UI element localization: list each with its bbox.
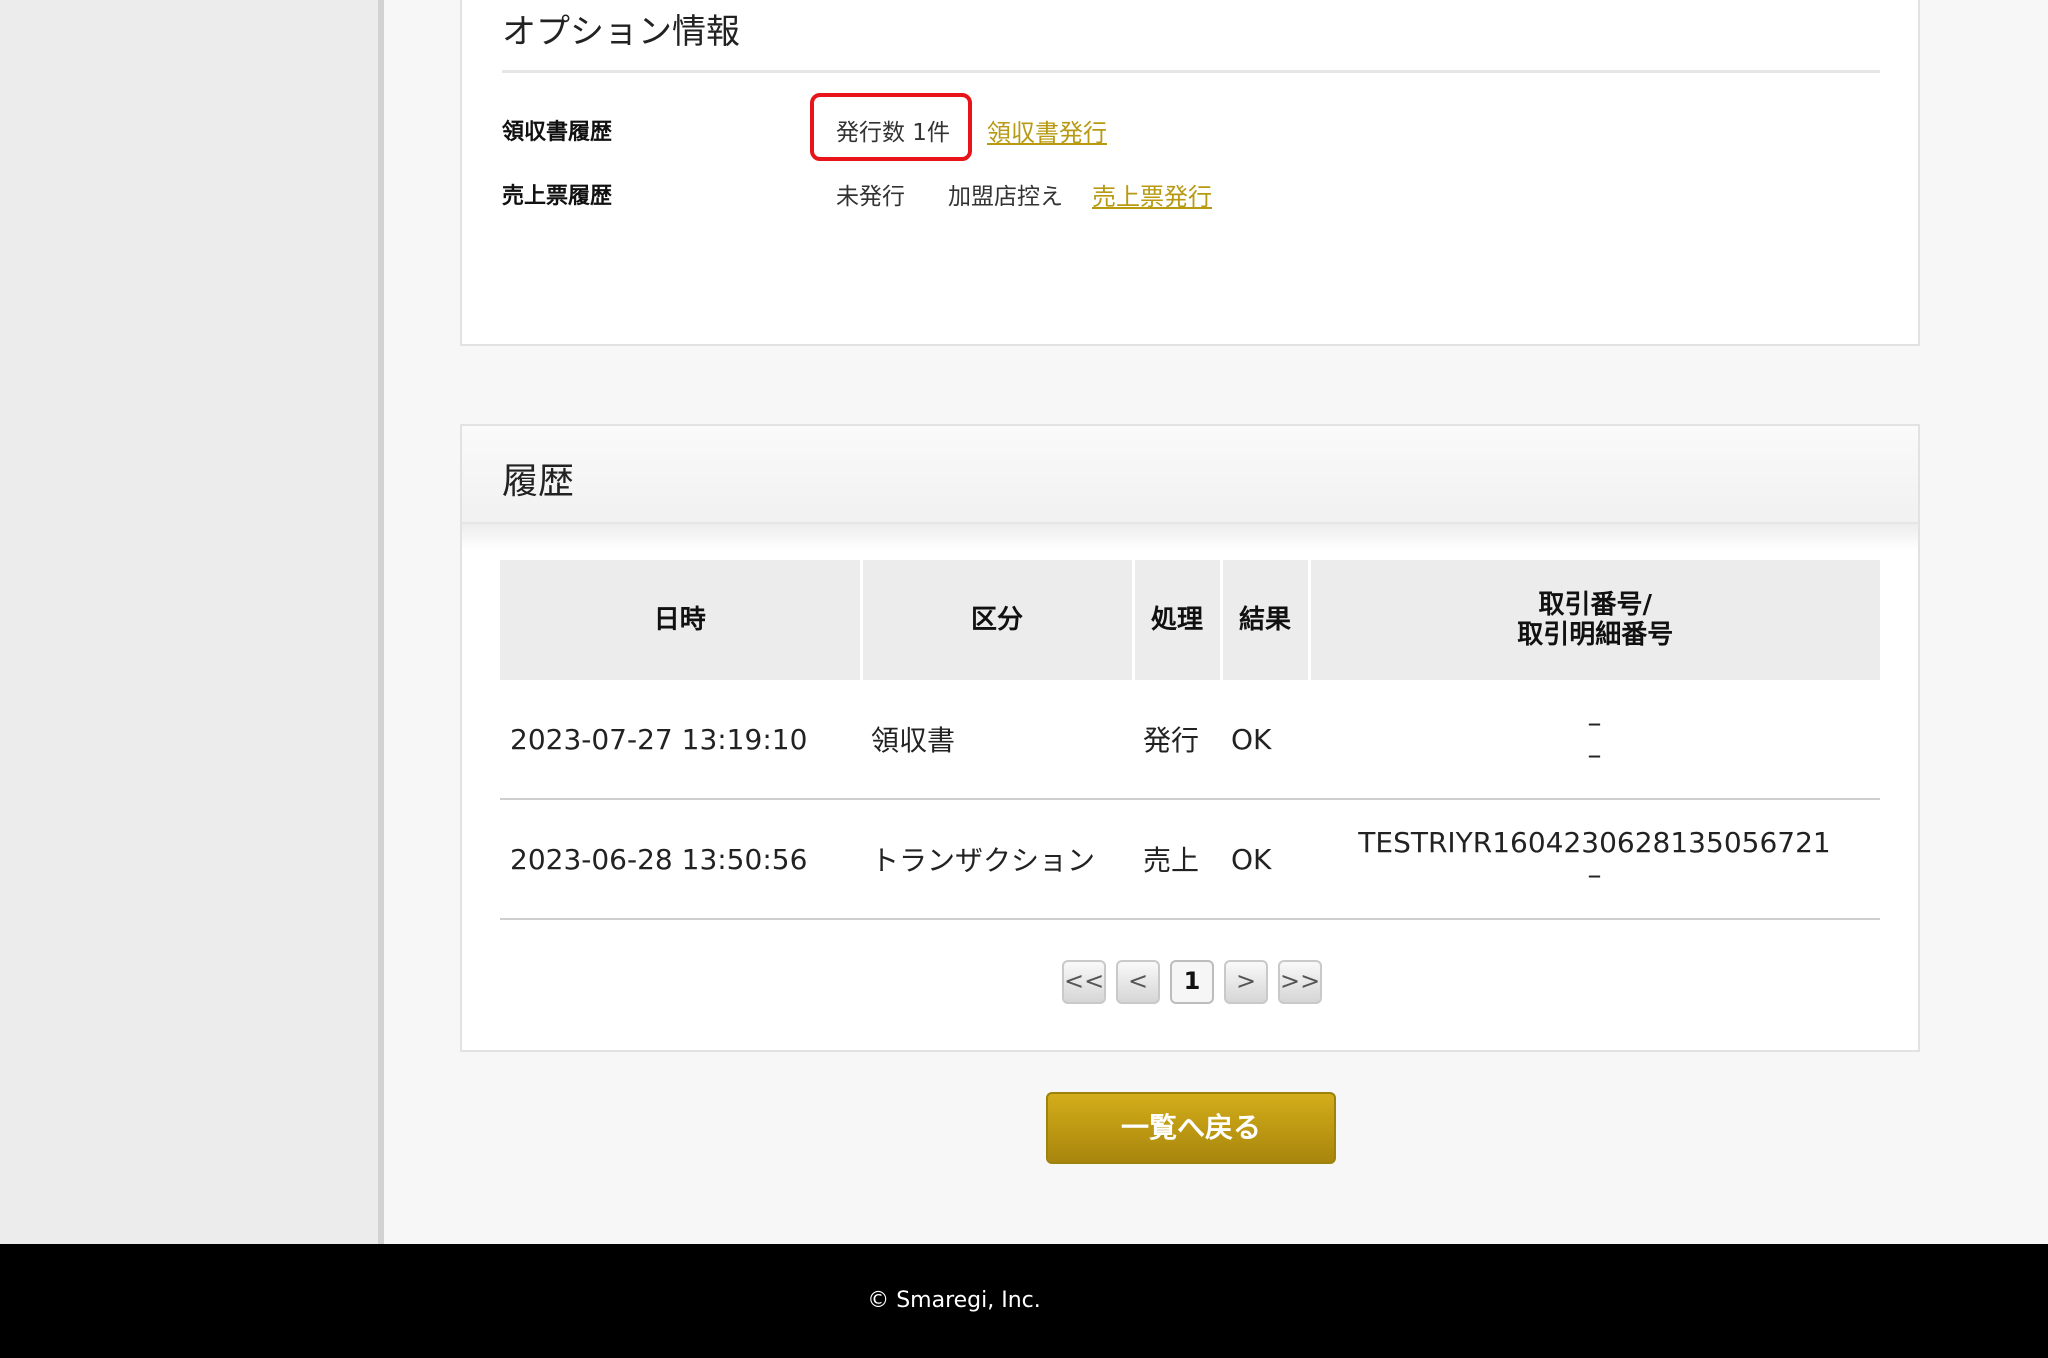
sidebar bbox=[0, 0, 384, 1244]
sales-slip-issue-link[interactable]: 売上票発行 bbox=[1092, 177, 1212, 212]
last-page-button[interactable]: >> bbox=[1278, 960, 1322, 1004]
option-info-panel: オプション情報 領収書履歴 発行数 1件 領収書発行 売上票履歴 未発行 加盟店… bbox=[460, 0, 1920, 346]
cell-transaction-number: TESTRIYR1604230628135056721 – bbox=[1309, 799, 1880, 920]
first-page-button[interactable]: << bbox=[1062, 960, 1106, 1004]
current-page[interactable]: 1 bbox=[1170, 960, 1214, 1004]
merchant-copy-label: 加盟店控え bbox=[948, 184, 1063, 210]
column-header-category: 区分 bbox=[861, 560, 1135, 680]
cell-process: 発行 bbox=[1133, 680, 1221, 800]
column-header-txn-line2: 取引明細番号 bbox=[1517, 620, 1674, 650]
history-header: 履歴 bbox=[462, 426, 1918, 524]
prev-page-button[interactable]: < bbox=[1116, 960, 1160, 1004]
highlight-annotation bbox=[810, 93, 972, 161]
transaction-number: – bbox=[1587, 706, 1602, 739]
header-shadow bbox=[462, 524, 1918, 550]
column-header-transaction-number: 取引番号/ 取引明細番号 bbox=[1309, 560, 1880, 680]
table-row: 2023-06-28 13:50:56 トランザクション 売上 OK TESTR… bbox=[500, 799, 1880, 920]
transaction-detail-number: – bbox=[1587, 738, 1602, 771]
next-page-button[interactable]: > bbox=[1224, 960, 1268, 1004]
column-header-result: 結果 bbox=[1221, 560, 1311, 680]
history-table: 日時 区分 処理 結果 取引番号/ 取引明細番号 2023-07-27 13:1… bbox=[500, 560, 1880, 920]
cell-result: OK bbox=[1221, 680, 1309, 800]
history-title: 履歴 bbox=[502, 461, 575, 502]
cell-datetime: 2023-07-27 13:19:10 bbox=[500, 680, 861, 800]
table-row: 2023-07-27 13:19:10 領収書 発行 OK – – bbox=[500, 680, 1880, 800]
option-info-title: オプション情報 bbox=[502, 12, 740, 52]
sales-slip-history-label: 売上票履歴 bbox=[502, 184, 613, 209]
cell-datetime: 2023-06-28 13:50:56 bbox=[500, 799, 861, 920]
copyright-text: © Smaregi, Inc. bbox=[867, 1288, 1041, 1313]
cell-result: OK bbox=[1221, 799, 1309, 920]
transaction-detail-number: – bbox=[1587, 858, 1602, 891]
cell-process: 売上 bbox=[1133, 799, 1221, 920]
column-header-process: 処理 bbox=[1133, 560, 1223, 680]
cell-category: 領収書 bbox=[861, 680, 1133, 800]
divider bbox=[502, 70, 1880, 73]
footer: © Smaregi, Inc. bbox=[0, 1244, 2048, 1358]
table-header-row: 日時 区分 処理 結果 取引番号/ 取引明細番号 bbox=[500, 560, 1880, 680]
transaction-number: TESTRIYR1604230628135056721 bbox=[1358, 826, 1831, 859]
sales-slip-status: 未発行 bbox=[836, 184, 905, 210]
back-to-list-button[interactable]: 一覧へ戻る bbox=[1046, 1092, 1336, 1164]
cell-transaction-number: – – bbox=[1309, 680, 1880, 800]
history-panel: 履歴 日時 区分 処理 結果 取引番号/ 取引明細番号 2023-07-27 1… bbox=[460, 424, 1920, 1052]
receipt-history-label: 領収書履歴 bbox=[502, 120, 613, 145]
column-header-txn-line1: 取引番号/ bbox=[1538, 590, 1653, 620]
column-header-datetime: 日時 bbox=[500, 560, 863, 680]
receipt-issue-link[interactable]: 領収書発行 bbox=[987, 113, 1107, 148]
cell-category: トランザクション bbox=[861, 799, 1133, 920]
